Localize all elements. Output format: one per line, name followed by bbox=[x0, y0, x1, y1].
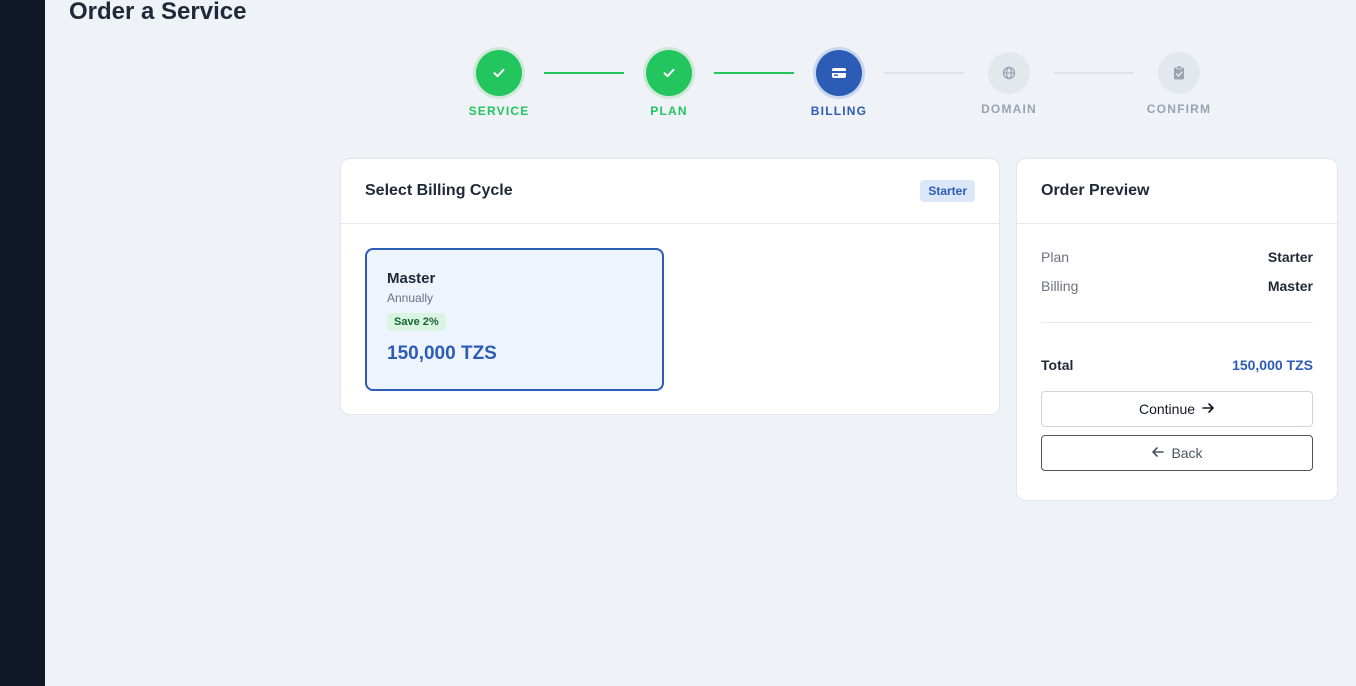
card-title: Order Preview bbox=[1041, 182, 1150, 199]
total-row: Total 150,000 TZS bbox=[1041, 357, 1313, 373]
step-billing[interactable]: BILLING bbox=[779, 50, 899, 118]
step-label: DOMAIN bbox=[981, 102, 1037, 116]
preview-body: Plan Starter Billing Master Total 150,00… bbox=[1017, 224, 1337, 471]
page-title: Order a Service bbox=[69, 0, 247, 25]
continue-button[interactable]: Continue bbox=[1041, 391, 1313, 427]
step-label: PLAN bbox=[650, 104, 688, 118]
card-title: Select Billing Cycle bbox=[365, 182, 513, 199]
check-icon bbox=[646, 50, 692, 96]
back-label: Back bbox=[1171, 445, 1203, 461]
sidebar bbox=[0, 0, 45, 686]
card-header: Select Billing Cycle Starter bbox=[341, 159, 999, 224]
step-label: CONFIRM bbox=[1146, 102, 1212, 116]
back-button[interactable]: Back bbox=[1041, 435, 1313, 471]
continue-label: Continue bbox=[1138, 401, 1196, 417]
step-service[interactable]: SERVICE bbox=[439, 50, 559, 118]
step-plan[interactable]: PLAN bbox=[609, 50, 729, 118]
billing-option-master[interactable]: Master Annually Save 2% 150,000 TZS bbox=[365, 248, 664, 391]
total-label: Total bbox=[1041, 357, 1074, 373]
billing-option-price: 150,000 TZS bbox=[387, 343, 497, 364]
check-icon bbox=[476, 50, 522, 96]
order-preview-card: Order Preview Plan Starter Billing Maste… bbox=[1016, 158, 1338, 501]
summary-value: Starter bbox=[1267, 249, 1313, 265]
card-header: Order Preview bbox=[1017, 159, 1337, 224]
plan-badge: Starter bbox=[920, 180, 975, 202]
clipboard-check-icon bbox=[1158, 52, 1200, 94]
globe-icon bbox=[988, 52, 1030, 94]
divider bbox=[1041, 322, 1313, 323]
total-value: 150,000 TZS bbox=[1232, 357, 1313, 373]
billing-option-period: Annually bbox=[387, 291, 434, 305]
billing-cycle-card: Select Billing Cycle Starter Master Annu… bbox=[340, 158, 1000, 415]
step-domain[interactable]: DOMAIN bbox=[949, 50, 1069, 116]
summary-key: Billing bbox=[1041, 278, 1079, 294]
save-badge: Save 2% bbox=[387, 313, 446, 331]
credit-card-icon bbox=[816, 50, 862, 96]
arrow-right-icon bbox=[1201, 401, 1215, 418]
summary-key: Plan bbox=[1041, 249, 1070, 265]
step-label: SERVICE bbox=[468, 104, 530, 118]
billing-option-name: Master bbox=[387, 270, 436, 287]
arrow-left-icon bbox=[1151, 445, 1165, 462]
step-label: BILLING bbox=[810, 104, 868, 118]
summary-row-billing: Billing Master bbox=[1041, 278, 1313, 294]
step-confirm[interactable]: CONFIRM bbox=[1119, 50, 1239, 116]
summary-value: Master bbox=[1267, 278, 1313, 294]
summary-row-plan: Plan Starter bbox=[1041, 249, 1313, 265]
